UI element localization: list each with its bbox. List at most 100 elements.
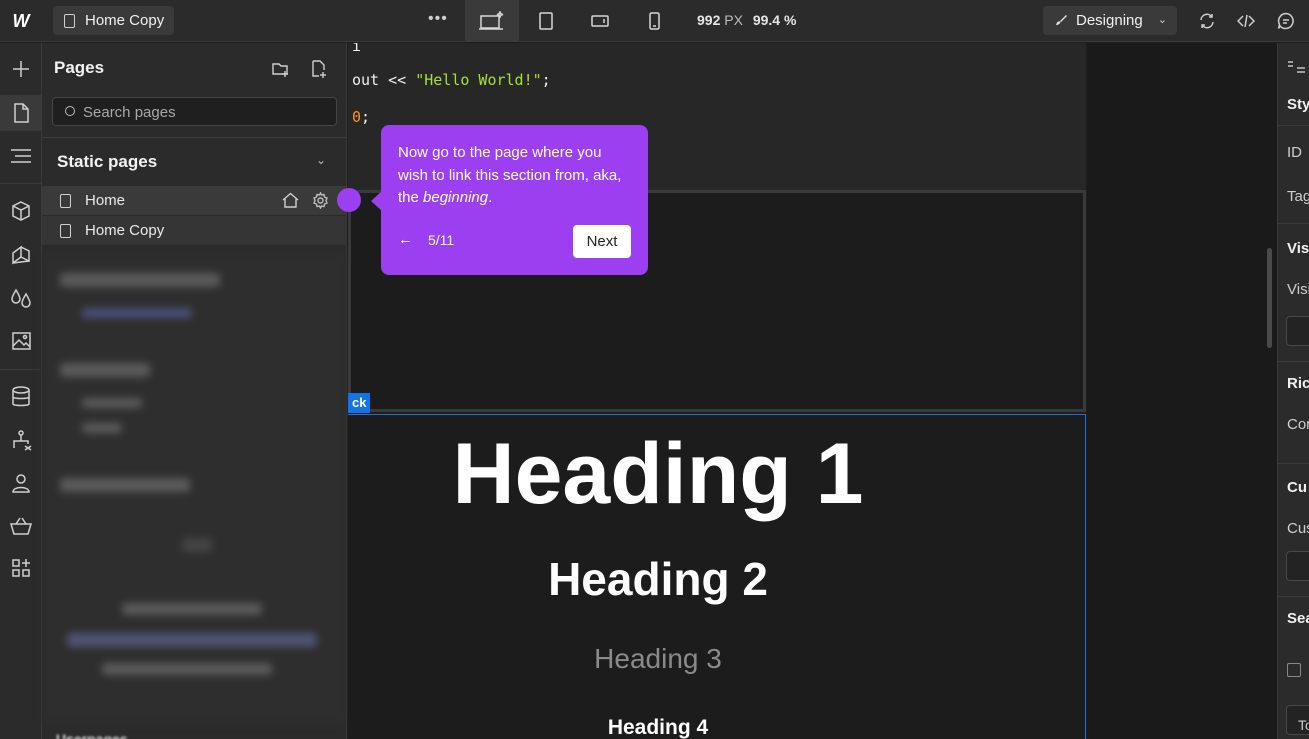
style-selectors-button[interactable]: [0, 237, 42, 273]
ecommerce-button[interactable]: [0, 508, 42, 544]
breakpoint-desktop-button[interactable]: [465, 0, 519, 42]
flow-icon: [13, 430, 32, 451]
desktop-star-icon: [479, 11, 504, 30]
add-elements-button[interactable]: [0, 51, 42, 87]
assets-button[interactable]: [0, 323, 42, 359]
canvas-scrollbar[interactable]: [1267, 248, 1272, 348]
webflow-logo[interactable]: W: [0, 0, 42, 42]
heading-4[interactable]: Heading 4: [348, 716, 968, 739]
page-icon: [64, 14, 75, 28]
database-icon: [12, 386, 30, 407]
code-line-2: out << "Hello World!";: [352, 71, 551, 89]
current-page-label: Home Copy: [85, 12, 165, 29]
cube-icon: [12, 201, 30, 221]
tour-hotspot[interactable]: [337, 188, 361, 212]
canvas-width-unit: PX: [724, 12, 743, 28]
tooltip-arrow: [371, 191, 382, 211]
page-icon: [60, 224, 71, 238]
static-pages-heading[interactable]: Static pages: [57, 152, 157, 172]
style-panel-icon[interactable]: [1287, 59, 1305, 75]
mobile-portrait-icon: [649, 12, 660, 30]
visibility-heading[interactable]: Vis: [1287, 240, 1309, 257]
apps-button[interactable]: [0, 550, 42, 586]
search-checkbox[interactable]: [1287, 663, 1301, 677]
canvas-dimensions: 992 PX 99.4 %: [697, 12, 796, 28]
chevron-down-icon: ⌄: [1157, 14, 1167, 26]
mobile-landscape-icon: [591, 15, 609, 27]
search-icon: [65, 106, 75, 116]
cms-button[interactable]: [0, 379, 42, 415]
user-icon: [12, 474, 30, 493]
new-folder-icon[interactable]: [272, 60, 290, 78]
mode-selector[interactable]: Designing ⌄: [1043, 6, 1177, 35]
page-item-home[interactable]: Home: [42, 186, 347, 215]
canvas-zoom: 99.4 %: [752, 12, 797, 28]
apps-icon: [12, 559, 30, 577]
tour-tooltip: Now go to the page where you wish to lin…: [371, 125, 648, 275]
logic-button[interactable]: [0, 422, 42, 458]
plus-icon: [13, 61, 29, 77]
selected-element-tag[interactable]: ck: [348, 393, 371, 413]
users-button[interactable]: [0, 465, 42, 501]
brush-icon: [1056, 15, 1067, 25]
mode-label: Designing: [1076, 12, 1143, 29]
code-icon[interactable]: [1236, 11, 1256, 31]
drops-icon: [11, 288, 31, 308]
new-page-icon[interactable]: [310, 60, 328, 78]
breakpoint-portrait-button[interactable]: [627, 0, 681, 42]
code-line-1: i: [352, 43, 362, 55]
navigator-icon: [11, 149, 31, 163]
tour-step-counter: 5/11: [428, 232, 455, 248]
search-heading[interactable]: Sea: [1287, 610, 1309, 627]
code-line-3: 0;: [352, 108, 371, 126]
style-panel: Sty ID Tag Vis Visi Ric Cor Cu Cus Sea T…: [1277, 43, 1309, 739]
page-icon: [60, 194, 71, 208]
page-item-home-copy[interactable]: Home Copy: [42, 216, 347, 245]
comments-icon[interactable]: [1276, 11, 1296, 31]
style-icon: [12, 245, 30, 265]
pages-button[interactable]: [0, 95, 42, 131]
page-item-label: Home Copy: [85, 222, 165, 239]
top-bar: W Home Copy ••• 992 PX 99.4 % Designing …: [0, 0, 1309, 42]
home-icon: [282, 192, 299, 208]
image-icon: [12, 332, 31, 350]
page-item-label: Home: [85, 192, 126, 209]
visibility-select[interactable]: [1286, 316, 1309, 346]
variables-button[interactable]: [0, 280, 42, 316]
sync-icon[interactable]: [1197, 11, 1217, 31]
components-button[interactable]: [0, 193, 42, 229]
heading-2[interactable]: Heading 2: [348, 552, 968, 606]
chevron-down-icon[interactable]: ⌄: [316, 153, 326, 167]
tooltip-text: Now go to the page where you wish to lin…: [398, 144, 622, 206]
rich-text-heading[interactable]: Ric: [1287, 375, 1309, 392]
content-label: Cor: [1287, 416, 1309, 433]
webflow-designer: W Home Copy ••• 992 PX 99.4 % Designing …: [0, 0, 1309, 739]
pages-panel-title: Pages: [54, 58, 105, 77]
blurred-page-list: [42, 253, 347, 723]
search-pages-input[interactable]: [83, 102, 323, 122]
canvas-width: 992: [697, 12, 721, 28]
custom-label: Cus: [1287, 520, 1309, 537]
id-label: ID: [1287, 144, 1302, 161]
navigator-button[interactable]: [0, 138, 42, 174]
canvas-outside-area: [1087, 43, 1277, 739]
style-label[interactable]: Sty: [1287, 96, 1309, 113]
heading-3[interactable]: Heading 3: [348, 643, 968, 675]
pages-panel: Pages Static pages ⌄ Home Home Copy: [42, 43, 347, 739]
headings-section[interactable]: Heading 1 Heading 2 Heading 3 Heading 4: [348, 414, 1086, 739]
custom-attribute-field[interactable]: [1286, 551, 1309, 581]
breakpoint-tablet-button[interactable]: [519, 0, 573, 42]
heading-1[interactable]: Heading 1: [348, 425, 968, 524]
visibility-label: Visi: [1287, 281, 1309, 298]
search-pages-field[interactable]: [52, 97, 337, 126]
current-page-selector[interactable]: Home Copy: [53, 6, 175, 35]
page-icon: [14, 103, 29, 123]
custom-attributes-heading[interactable]: Cu: [1287, 479, 1307, 496]
section-heading-blurred: Userpages: [56, 731, 128, 739]
more-options-button[interactable]: •••: [428, 10, 448, 28]
gear-icon[interactable]: [312, 192, 329, 209]
breakpoint-landscape-button[interactable]: [573, 0, 627, 42]
next-button[interactable]: Next: [573, 225, 631, 258]
left-toolbar: [0, 43, 42, 739]
back-arrow-icon[interactable]: ←: [398, 231, 413, 248]
